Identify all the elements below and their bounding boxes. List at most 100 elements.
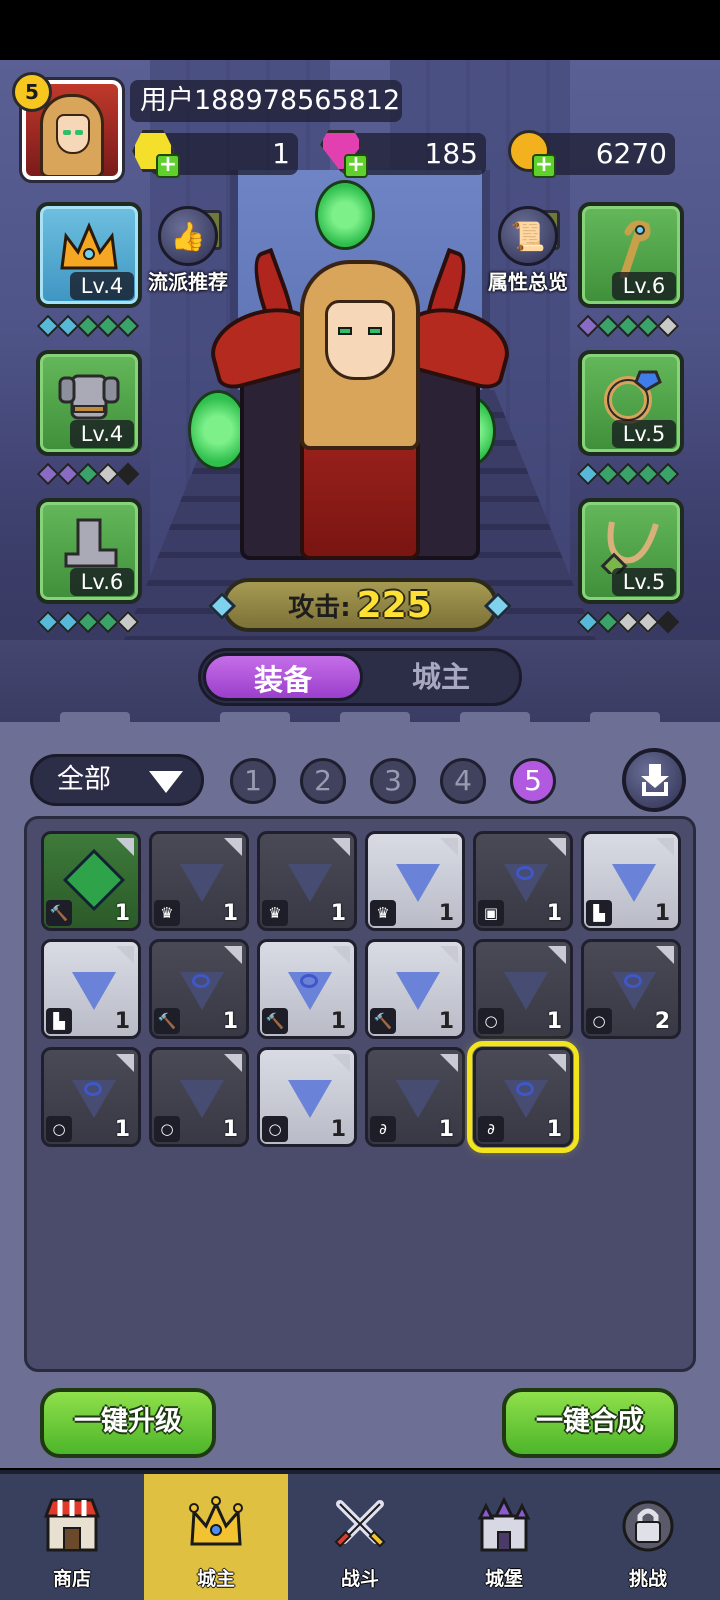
recommend-button[interactable]: 👍 (158, 206, 218, 266)
plus-icon: + (344, 154, 368, 178)
merge-all-button[interactable]: 一键合成 (502, 1388, 678, 1458)
nav-lord[interactable]: 城主 (144, 1474, 288, 1600)
plus-icon: + (532, 154, 556, 178)
inventory-item[interactable]: ♛ 1 (365, 831, 465, 931)
inventory-item[interactable]: ○ 1 (149, 1047, 249, 1147)
corner-marker (548, 1054, 566, 1072)
inventory-item[interactable]: ∂ 1 (467, 1041, 579, 1153)
swirl-icon (516, 1082, 534, 1096)
item-count: 1 (546, 1117, 562, 1142)
equip-slot-crown[interactable]: Lv.4 (36, 202, 142, 308)
necklace-gems (576, 610, 680, 634)
slot-level: Lv.5 (612, 420, 676, 448)
slot-level: Lv.5 (612, 568, 676, 596)
shard-icon (72, 972, 116, 1010)
upgrade-all-button[interactable]: 一键升级 (40, 1388, 216, 1458)
item-type-icon: ∂ (478, 1116, 504, 1142)
item-type-icon: ♛ (370, 900, 396, 926)
username: 用户188978565812 (130, 80, 402, 122)
attack-label: 攻击: (288, 592, 351, 623)
corner-marker (440, 1054, 458, 1072)
item-count: 1 (330, 1009, 346, 1034)
shard-icon (396, 864, 440, 902)
inventory-item[interactable]: ♛ 1 (149, 831, 249, 931)
corner-marker (440, 946, 458, 964)
item-type-icon: ▙ (46, 1008, 72, 1034)
tier-filter-4[interactable]: 4 (440, 758, 486, 804)
tier-filter-1[interactable]: 1 (230, 758, 276, 804)
boots-gems (36, 610, 140, 634)
inventory-item[interactable]: 🔨 1 (149, 939, 249, 1039)
nav-challenge[interactable]: 挑战 (576, 1474, 720, 1600)
corner-marker (548, 946, 566, 964)
item-type-icon: ○ (46, 1116, 72, 1142)
item-count: 2 (654, 1009, 670, 1034)
stats-overview-label: 属性总览 (488, 270, 568, 294)
equip-slot-armor[interactable]: Lv.4 (36, 350, 142, 456)
thumbs-up-icon: 👍 (170, 219, 206, 253)
inventory-item[interactable]: ▣ 1 (473, 831, 573, 931)
nav-castle[interactable]: 城堡 (432, 1474, 576, 1600)
swirl-icon (516, 866, 534, 880)
item-type-icon: ○ (478, 1008, 504, 1034)
view-tabs: 装备 城主 (198, 648, 522, 706)
shard-icon (396, 1080, 440, 1118)
corner-marker (116, 838, 134, 856)
tab-lord[interactable]: 城主 (361, 653, 521, 701)
item-count: 1 (438, 1117, 454, 1142)
corner-marker (332, 946, 350, 964)
tier-filter-5[interactable]: 5 (510, 758, 556, 804)
slot-level: Lv.6 (612, 272, 676, 300)
corner-marker (440, 838, 458, 856)
socket-gem-icon (656, 610, 680, 634)
armor-icon (58, 374, 120, 420)
inventory-item[interactable]: 🔨 1 (365, 939, 465, 1039)
equip-slot-necklace[interactable]: Lv.5 (578, 498, 684, 604)
pink-gem-add-button[interactable]: + (318, 128, 368, 178)
inventory-item[interactable]: ▙ 1 (41, 939, 141, 1039)
item-count: 1 (222, 901, 238, 926)
store-all-button[interactable] (622, 748, 686, 812)
item-count: 1 (438, 901, 454, 926)
inventory-item[interactable]: 🔨 1 (41, 831, 141, 931)
filter-selected-label: 全部 (57, 764, 111, 795)
item-type-icon: 🔨 (46, 900, 72, 926)
inventory-item[interactable]: ▙ 1 (581, 831, 681, 931)
tier-filter-2[interactable]: 2 (300, 758, 346, 804)
corner-marker (332, 1054, 350, 1072)
inventory-item[interactable]: ○ 1 (41, 1047, 141, 1147)
crown-icon (60, 222, 118, 270)
nav-label: 战斗 (340, 1568, 379, 1590)
item-count: 1 (438, 1009, 454, 1034)
gold-coin-add-button[interactable]: + (506, 128, 556, 178)
equip-slot-ring[interactable]: Lv.5 (578, 350, 684, 456)
yellow-gem-add-button[interactable]: + (130, 128, 180, 178)
inventory-item[interactable]: 🔨 1 (257, 939, 357, 1039)
inventory-item[interactable]: ○ 2 (581, 939, 681, 1039)
tier-filter-3[interactable]: 3 (370, 758, 416, 804)
corner-marker (116, 1054, 134, 1072)
equip-slot-staff[interactable]: Lv.6 (578, 202, 684, 308)
inventory-item[interactable]: ∂ 1 (365, 1047, 465, 1147)
hero-character (188, 180, 530, 590)
nav-shop[interactable]: 商店 (0, 1474, 144, 1600)
staff-icon (620, 220, 651, 278)
item-count: 1 (330, 901, 346, 926)
corner-marker (224, 1054, 242, 1072)
item-type-icon: ○ (262, 1116, 288, 1142)
stats-overview-button[interactable]: 📜 (498, 206, 558, 266)
swords-icon (334, 1500, 386, 1548)
inventory-item[interactable]: ○ 1 (257, 1047, 357, 1147)
flame-icon (188, 390, 248, 470)
tab-equipment[interactable]: 装备 (203, 653, 363, 701)
item-type-icon: ▣ (478, 900, 504, 926)
status-bar (0, 0, 720, 60)
equip-slot-boots[interactable]: Lv.6 (36, 498, 142, 604)
scroll-icon: 📜 (510, 219, 546, 253)
nav-battle[interactable]: 战斗 (288, 1474, 432, 1600)
swirl-icon (84, 1082, 102, 1096)
category-filter-dropdown[interactable]: 全部 (30, 754, 204, 806)
inventory-item[interactable]: ♛ 1 (257, 831, 357, 931)
bottom-nav: 商店 城主 战斗 城堡 挑战 (0, 1470, 720, 1600)
inventory-item[interactable]: ○ 1 (473, 939, 573, 1039)
